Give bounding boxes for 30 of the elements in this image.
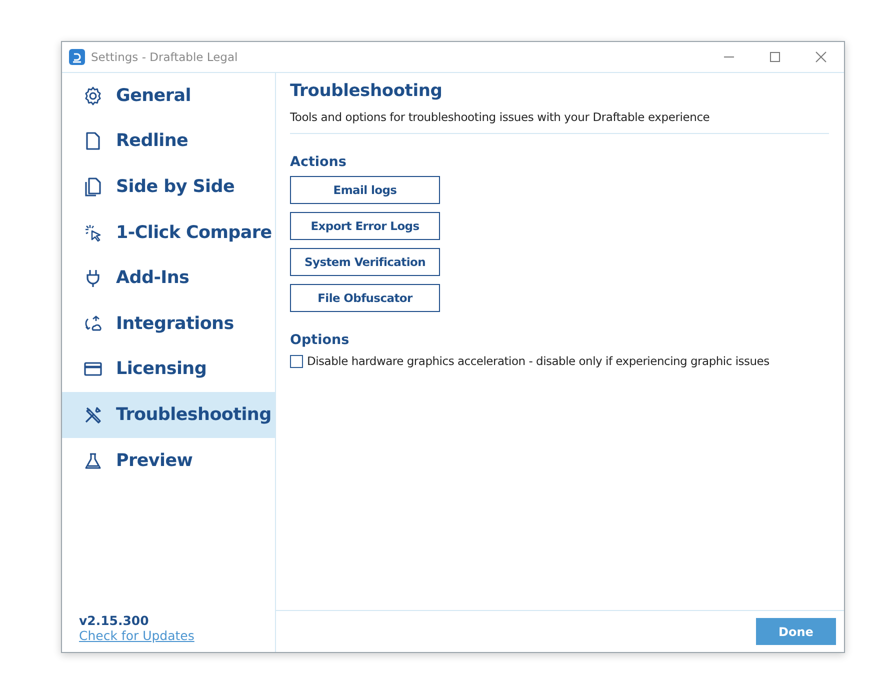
section-description: Tools and options for troubleshooting issues with your Draftable experience bbox=[290, 110, 829, 134]
version-label: v2.15.300 bbox=[79, 613, 150, 628]
action-button[interactable]: Email logs bbox=[290, 176, 440, 204]
sidebar-item[interactable]: 1-Click Compare bbox=[62, 210, 275, 256]
sidebar-item[interactable]: Redline bbox=[62, 118, 275, 164]
action-button[interactable]: File Obfuscator bbox=[290, 284, 440, 312]
sidebar-item[interactable]: Licensing bbox=[62, 346, 275, 392]
checkbox-label: Disable hardware graphics acceleration - disable only if experiencing graphic issues bbox=[307, 354, 770, 368]
actions-heading: Actions bbox=[290, 154, 348, 170]
sidebar-item[interactable]: Integrations bbox=[62, 300, 275, 347]
flask-icon bbox=[83, 450, 103, 471]
sidebar-item[interactable]: General bbox=[62, 73, 275, 119]
action-button[interactable]: System Verification bbox=[290, 248, 440, 276]
tools-icon bbox=[83, 404, 103, 425]
gear-icon bbox=[83, 86, 103, 106]
maximize-icon[interactable] bbox=[769, 51, 781, 63]
action-button[interactable]: Export Error Logs bbox=[290, 212, 440, 240]
sidebar-item[interactable]: Add-Ins bbox=[62, 255, 275, 301]
app-logo-icon bbox=[69, 49, 85, 65]
cursor-click-icon bbox=[83, 222, 103, 243]
page-icon bbox=[83, 131, 103, 152]
close-icon[interactable] bbox=[815, 51, 827, 63]
pages-icon bbox=[83, 176, 103, 197]
options-heading: Options bbox=[290, 332, 350, 348]
section-title: Troubleshooting bbox=[290, 81, 444, 101]
sidebar-item[interactable]: Preview bbox=[62, 438, 275, 484]
sidebar-item[interactable]: Troubleshooting bbox=[62, 392, 275, 438]
window-title: Settings - Draftable Legal bbox=[91, 50, 239, 64]
sidebar-item[interactable]: Side by Side bbox=[62, 164, 275, 210]
checkbox[interactable] bbox=[290, 354, 303, 368]
